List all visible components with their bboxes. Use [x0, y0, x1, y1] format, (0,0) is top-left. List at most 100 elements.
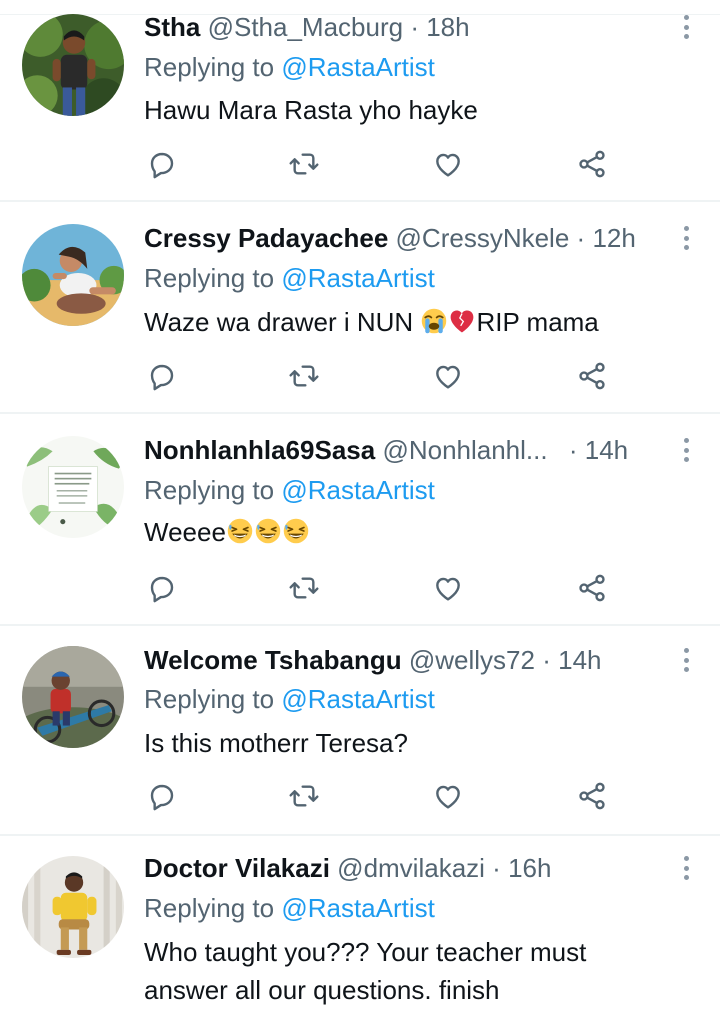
like-button[interactable] [428, 776, 468, 816]
mention-link[interactable]: @RastaArtist [281, 684, 435, 714]
tweet-text-part: Waze wa drawer i NUN [144, 307, 421, 337]
reply-icon [150, 152, 174, 179]
like-icon [436, 577, 460, 601]
retweet-icon [289, 365, 319, 387]
replying-to: Replying to @RastaArtist [144, 52, 435, 82]
tweet-header: Stha @Stha_Macburg · 18h [144, 12, 470, 42]
user-handle[interactable]: @wellys72 [409, 645, 535, 675]
replying-to-label: Replying to [144, 893, 275, 923]
tweet-actions [0, 776, 720, 816]
timestamp[interactable]: 12h [592, 223, 635, 253]
tweet-header: Cressy Padayachee @CressyNkele · 12h [144, 223, 636, 253]
replying-to: Replying to @RastaArtist [144, 893, 435, 923]
reply-icon [150, 784, 174, 811]
reply-button[interactable] [142, 356, 182, 396]
avatar[interactable] [22, 646, 124, 748]
replying-to-label: Replying to [144, 52, 275, 82]
tweet-5[interactable]: Doctor Vilakazi @dmvilakazi · 16h Replyi… [0, 836, 720, 1009]
retweet-button[interactable] [284, 568, 324, 608]
tweet-3[interactable]: Nonhlanhla69Sasa @Nonhlanhl... · 14h Rep… [0, 414, 720, 626]
display-name[interactable]: Welcome Tshabangu [144, 645, 402, 675]
replying-to: Replying to @RastaArtist [144, 263, 435, 293]
tweet-4[interactable]: Welcome Tshabangu @wellys72 · 14h Replyi… [0, 626, 720, 836]
tweet-text-part: Weeee [144, 517, 226, 547]
share-icon [579, 150, 605, 178]
mention-link[interactable]: @RastaArtist [281, 475, 435, 505]
avatar[interactable] [22, 224, 124, 326]
share-button[interactable] [572, 776, 612, 816]
timestamp[interactable]: 14h [558, 645, 601, 675]
tweet-header: Welcome Tshabangu @wellys72 · 14h [144, 645, 602, 675]
retweet-button[interactable] [284, 144, 324, 184]
tweet-text: Waze wa drawer i NUN RIP mama [144, 303, 684, 341]
like-button[interactable] [428, 356, 468, 396]
tweet-text: Who taught you??? Your teacher must answ… [144, 933, 684, 1009]
display-name[interactable]: Doctor Vilakazi [144, 853, 330, 883]
more-options-icon[interactable] [682, 645, 690, 675]
display-name[interactable]: Nonhlanhla69Sasa [144, 435, 375, 465]
retweet-button[interactable] [284, 776, 324, 816]
like-button[interactable] [428, 568, 468, 608]
mention-link[interactable]: @RastaArtist [281, 263, 435, 293]
timestamp[interactable]: 18h [426, 12, 469, 42]
tweet-actions [0, 356, 720, 396]
separator: · [492, 853, 501, 883]
mention-link[interactable]: @RastaArtist [281, 52, 435, 82]
grinning-sweat-face-emoji [226, 517, 254, 545]
timestamp[interactable]: 14h [585, 435, 628, 465]
replying-to: Replying to @RastaArtist [144, 475, 435, 505]
like-button[interactable] [428, 144, 468, 184]
like-icon [436, 153, 460, 177]
tweet-2[interactable]: Cressy Padayachee @CressyNkele · 12h Rep… [0, 202, 720, 414]
reply-button[interactable] [142, 568, 182, 608]
retweet-button[interactable] [284, 356, 324, 396]
reply-icon [150, 364, 174, 391]
like-icon [436, 785, 460, 809]
display-name[interactable]: Cressy Padayachee [144, 223, 388, 253]
display-name[interactable]: Stha [144, 12, 200, 42]
reply-button[interactable] [142, 776, 182, 816]
retweet-icon [289, 785, 319, 807]
tweet-header: Nonhlanhla69Sasa @Nonhlanhl... · 14h [144, 435, 628, 465]
grinning-sweat-face-emoji [282, 517, 310, 545]
timestamp[interactable]: 16h [508, 853, 551, 883]
replying-to-label: Replying to [144, 684, 275, 714]
more-options-icon[interactable] [682, 853, 690, 883]
separator: · [542, 645, 551, 675]
user-handle[interactable]: @dmvilakazi [337, 853, 485, 883]
tweet-1[interactable]: Stha @Stha_Macburg · 18h Replying to @Ra… [0, 0, 720, 202]
more-options-icon[interactable] [682, 223, 690, 253]
tweet-header: Doctor Vilakazi @dmvilakazi · 16h [144, 853, 551, 883]
tweet-actions [0, 144, 720, 184]
reply-button[interactable] [142, 144, 182, 184]
avatar[interactable] [22, 856, 124, 958]
tweet-text-part: RIP mama [476, 307, 599, 337]
replying-to-label: Replying to [144, 263, 275, 293]
replying-to-label: Replying to [144, 475, 275, 505]
share-button[interactable] [572, 568, 612, 608]
avatar[interactable] [22, 14, 124, 116]
more-options-icon[interactable] [682, 435, 690, 465]
mention-link[interactable]: @RastaArtist [281, 893, 435, 923]
tweet-text-line: answer all our questions. finish [144, 975, 500, 1005]
loudly-crying-face-emoji [420, 307, 448, 335]
share-icon [579, 782, 605, 810]
share-icon [579, 574, 605, 602]
share-button[interactable] [572, 356, 612, 396]
retweet-icon [289, 153, 319, 175]
user-handle[interactable]: @Stha_Macburg [208, 12, 404, 42]
tweet-text: Weeee [144, 513, 684, 551]
tweet-actions [0, 568, 720, 608]
more-options-icon[interactable] [682, 12, 690, 42]
user-handle[interactable]: @CressyNkele [396, 223, 570, 253]
tweet-text: Is this motherr Teresa? [144, 728, 408, 758]
tweet-text-line: Who taught you??? Your teacher must [144, 937, 587, 967]
replying-to: Replying to @RastaArtist [144, 684, 435, 714]
separator: · [410, 12, 419, 42]
broken-heart-emoji [448, 307, 476, 335]
user-handle[interactable]: @Nonhlanhl... [382, 435, 547, 465]
share-icon [579, 362, 605, 390]
avatar[interactable] [22, 436, 124, 538]
share-button[interactable] [572, 144, 612, 184]
like-icon [436, 365, 460, 389]
